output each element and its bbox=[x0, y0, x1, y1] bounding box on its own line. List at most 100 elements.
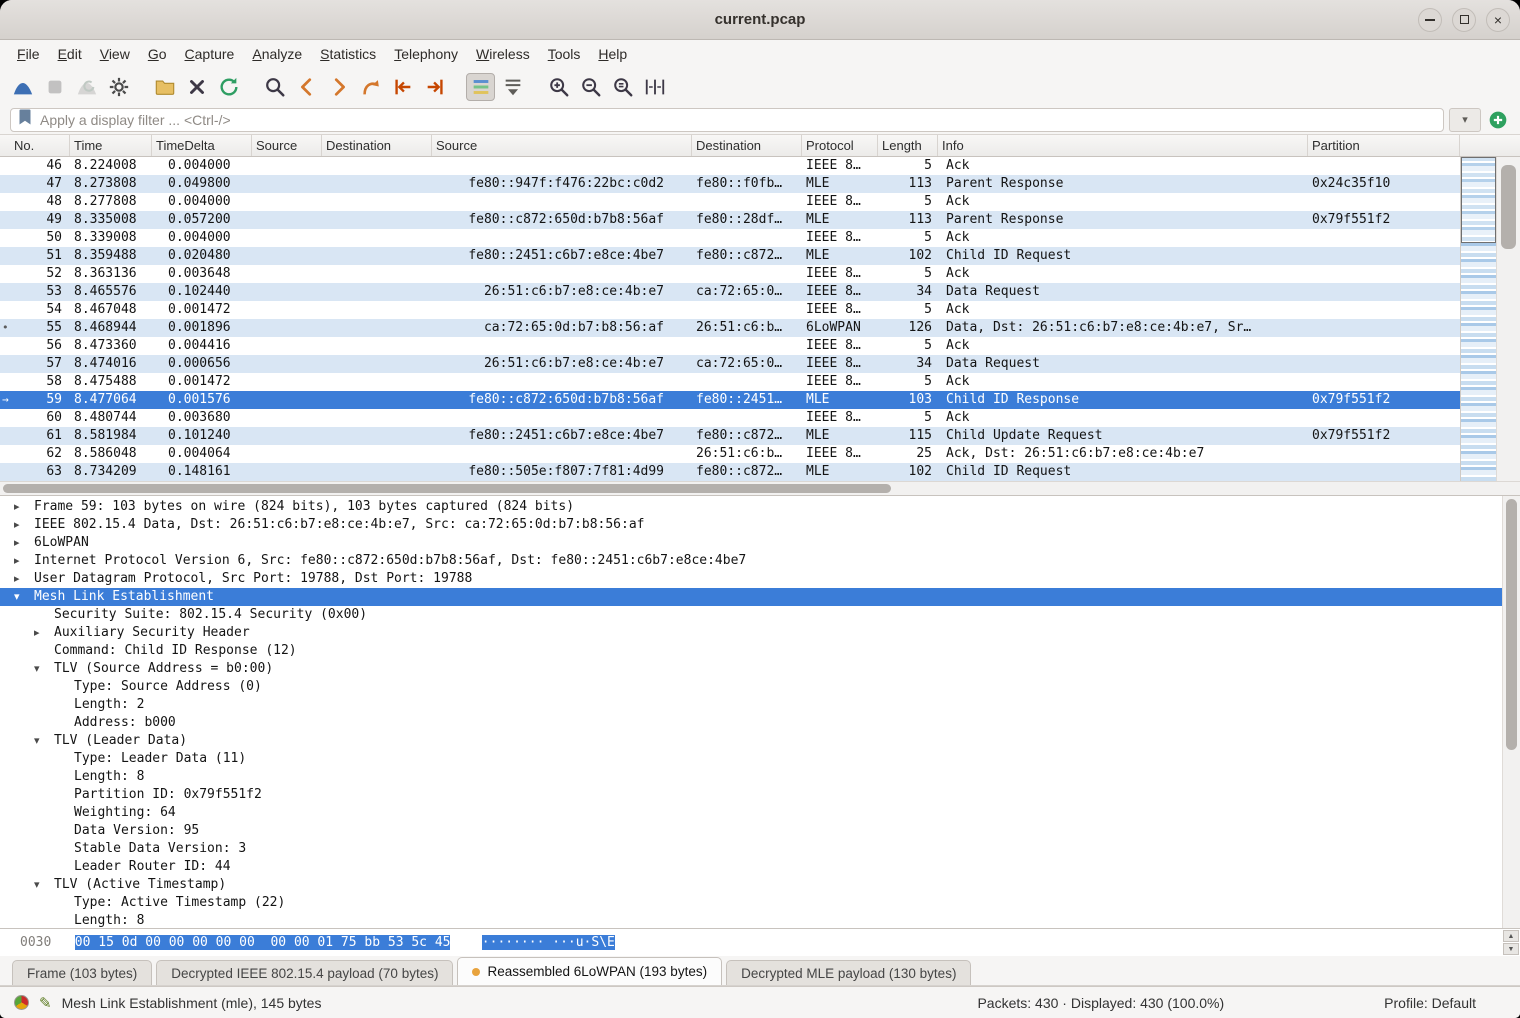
byte-view-tab[interactable]: Frame (103 bytes) bbox=[12, 960, 152, 985]
capture-comment-icon[interactable]: ✎ bbox=[39, 994, 52, 1012]
scroll-down-arrow-icon[interactable]: ▼ bbox=[1503, 943, 1519, 955]
detail-row[interactable]: Type: Source Address (0) bbox=[0, 678, 1520, 696]
detail-row[interactable]: Stable Data Version: 3 bbox=[0, 840, 1520, 858]
detail-row[interactable]: ▸6LoWPAN bbox=[0, 534, 1520, 552]
packet-row[interactable]: 568.4733600.004416IEEE 8…5Ack bbox=[0, 337, 1460, 355]
packet-row[interactable]: 588.4754880.001472IEEE 8…5Ack bbox=[0, 373, 1460, 391]
menu-item-capture[interactable]: Capture bbox=[176, 42, 244, 66]
detail-row[interactable]: Weighting: 64 bbox=[0, 804, 1520, 822]
column-header-source[interactable]: Source bbox=[432, 135, 692, 156]
packet-row[interactable]: 528.3631360.003648IEEE 8…5Ack bbox=[0, 265, 1460, 283]
packet-minimap-scrollbar[interactable] bbox=[1460, 157, 1496, 481]
close-button[interactable]: × bbox=[1486, 8, 1510, 32]
menu-item-help[interactable]: Help bbox=[589, 42, 636, 66]
collapse-arrow-icon[interactable]: ▾ bbox=[34, 732, 54, 750]
expert-info-icon[interactable] bbox=[14, 995, 29, 1010]
menu-item-analyze[interactable]: Analyze bbox=[243, 42, 311, 66]
packet-row[interactable]: 548.4670480.001472IEEE 8…5Ack bbox=[0, 301, 1460, 319]
expand-arrow-icon[interactable]: ▸ bbox=[14, 570, 34, 588]
menu-item-file[interactable]: File bbox=[8, 42, 49, 66]
detail-row[interactable]: ▸Frame 59: 103 bytes on wire (824 bits),… bbox=[0, 498, 1520, 516]
detail-row[interactable]: Data Version: 95 bbox=[0, 822, 1520, 840]
detail-row[interactable]: Security Suite: 802.15.4 Security (0x00) bbox=[0, 606, 1520, 624]
menu-item-tools[interactable]: Tools bbox=[539, 42, 590, 66]
horizontal-scrollbar-thumb[interactable] bbox=[3, 484, 891, 493]
packet-row[interactable]: 538.4655760.10244026:51:c6:b7:e8:ce:4b:e… bbox=[0, 283, 1460, 301]
detail-row[interactable]: ▸IEEE 802.15.4 Data, Dst: 26:51:c6:b7:e8… bbox=[0, 516, 1520, 534]
detail-row[interactable]: Length: 2 bbox=[0, 696, 1520, 714]
packet-row[interactable]: →598.4770640.001576fe80::c872:650d:b7b8:… bbox=[0, 391, 1460, 409]
collapse-arrow-icon[interactable]: ▾ bbox=[34, 876, 54, 894]
zoom-out-button[interactable] bbox=[576, 73, 605, 101]
menu-item-view[interactable]: View bbox=[91, 42, 139, 66]
expand-arrow-icon[interactable]: ▸ bbox=[14, 516, 34, 534]
packet-row[interactable]: 578.4740160.00065626:51:c6:b7:e8:ce:4b:e… bbox=[0, 355, 1460, 373]
resize-columns-button[interactable] bbox=[640, 73, 669, 101]
detail-row[interactable]: ▾TLV (Source Address = b0:00) bbox=[0, 660, 1520, 678]
detail-row[interactable]: Address: b000 bbox=[0, 714, 1520, 732]
packet-row[interactable]: 488.2778080.004000IEEE 8…5Ack bbox=[0, 193, 1460, 211]
details-vertical-scrollbar[interactable] bbox=[1502, 496, 1520, 928]
vertical-scrollbar-thumb[interactable] bbox=[1501, 165, 1516, 249]
minimize-button[interactable] bbox=[1418, 8, 1442, 32]
capture-stop-button[interactable] bbox=[40, 73, 69, 101]
auto-scroll-button[interactable] bbox=[498, 73, 527, 101]
menu-item-wireless[interactable]: Wireless bbox=[467, 42, 539, 66]
file-open-button[interactable] bbox=[150, 73, 179, 101]
column-header-timedelta[interactable]: TimeDelta bbox=[152, 135, 252, 156]
packet-row[interactable]: 478.2738080.049800fe80::947f:f476:22bc:c… bbox=[0, 175, 1460, 193]
packet-list-vertical-scrollbar[interactable] bbox=[1496, 157, 1520, 481]
hex-ascii-selected[interactable]: ········ ···u·S\E bbox=[482, 935, 615, 950]
capture-restart-button[interactable] bbox=[72, 73, 101, 101]
detail-row[interactable]: ▾TLV (Leader Data) bbox=[0, 732, 1520, 750]
packet-row[interactable]: •558.4689440.001896ca:72:65:0d:b7:b8:56:… bbox=[0, 319, 1460, 337]
detail-row[interactable]: ▾Mesh Link Establishment bbox=[0, 588, 1520, 606]
packet-row[interactable]: 638.7342090.148161fe80::505e:f807:7f81:4… bbox=[0, 463, 1460, 481]
column-header-length[interactable]: Length bbox=[878, 135, 938, 156]
packet-row[interactable]: 508.3390080.004000IEEE 8…5Ack bbox=[0, 229, 1460, 247]
zoom-reset-button[interactable] bbox=[608, 73, 637, 101]
zoom-in-button[interactable] bbox=[544, 73, 573, 101]
packet-row[interactable]: 618.5819840.101240fe80::2451:c6b7:e8ce:4… bbox=[0, 427, 1460, 445]
column-header-no[interactable]: No. bbox=[0, 135, 70, 156]
menu-item-telephony[interactable]: Telephony bbox=[385, 42, 467, 66]
go-last-button[interactable] bbox=[420, 73, 449, 101]
detail-row[interactable]: Command: Child ID Response (12) bbox=[0, 642, 1520, 660]
hex-view-scrollbar[interactable]: ▲ ▼ bbox=[1503, 930, 1519, 955]
packet-row[interactable]: 498.3350080.057200fe80::c872:650d:b7b8:5… bbox=[0, 211, 1460, 229]
column-header-protocol[interactable]: Protocol bbox=[802, 135, 878, 156]
menu-item-edit[interactable]: Edit bbox=[49, 42, 91, 66]
scroll-up-arrow-icon[interactable]: ▲ bbox=[1503, 930, 1519, 942]
column-header-source[interactable]: Source bbox=[252, 135, 322, 156]
column-header-destination[interactable]: Destination bbox=[322, 135, 432, 156]
capture-options-button[interactable] bbox=[104, 73, 133, 101]
go-next-button[interactable] bbox=[324, 73, 353, 101]
detail-row[interactable]: ▸User Datagram Protocol, Src Port: 19788… bbox=[0, 570, 1520, 588]
menu-item-go[interactable]: Go bbox=[139, 42, 176, 66]
hex-row[interactable]: 0030 00 15 0d 00 00 00 00 00 00 00 01 75… bbox=[0, 935, 615, 950]
go-jump-button[interactable] bbox=[356, 73, 385, 101]
expand-arrow-icon[interactable]: ▸ bbox=[34, 624, 54, 642]
column-header-destination[interactable]: Destination bbox=[692, 135, 802, 156]
packet-row[interactable]: 628.5860480.00406426:51:c6:b…IEEE 8…25Ac… bbox=[0, 445, 1460, 463]
collapse-arrow-icon[interactable]: ▾ bbox=[14, 588, 34, 606]
display-filter-input[interactable]: Apply a display filter ... <Ctrl-/> bbox=[10, 108, 1444, 132]
expand-arrow-icon[interactable]: ▸ bbox=[14, 552, 34, 570]
maximize-button[interactable] bbox=[1452, 8, 1476, 32]
hex-view-pane[interactable]: 0030 00 15 0d 00 00 00 00 00 00 00 01 75… bbox=[0, 928, 1520, 956]
details-scrollbar-thumb[interactable] bbox=[1506, 499, 1517, 750]
expand-arrow-icon[interactable]: ▸ bbox=[14, 498, 34, 516]
detail-row[interactable]: ▾TLV (Active Timestamp) bbox=[0, 876, 1520, 894]
hex-bytes-selected[interactable]: 00 15 0d 00 00 00 00 00 00 00 01 75 bb 5… bbox=[75, 935, 451, 950]
go-first-button[interactable] bbox=[388, 73, 417, 101]
find-packet-button[interactable] bbox=[260, 73, 289, 101]
add-filter-button[interactable] bbox=[1486, 108, 1510, 132]
detail-row[interactable]: Type: Active Timestamp (22) bbox=[0, 894, 1520, 912]
reload-button[interactable] bbox=[214, 73, 243, 101]
titlebar[interactable]: current.pcap × bbox=[0, 0, 1520, 40]
byte-view-tab[interactable]: Decrypted IEEE 802.15.4 payload (70 byte… bbox=[156, 960, 453, 985]
menu-item-statistics[interactable]: Statistics bbox=[311, 42, 385, 66]
collapse-arrow-icon[interactable]: ▾ bbox=[34, 660, 54, 678]
column-header-info[interactable]: Info bbox=[938, 135, 1308, 156]
capture-start-button[interactable] bbox=[8, 73, 37, 101]
